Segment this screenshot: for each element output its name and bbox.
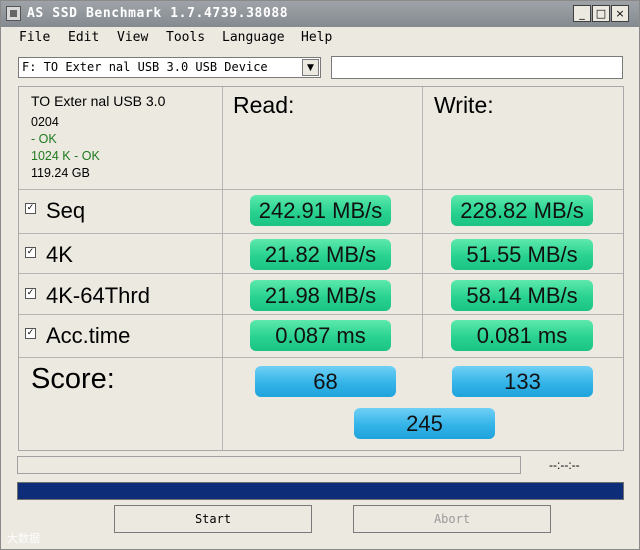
overall-progress-bar	[17, 482, 624, 500]
4k-read-result: 21.82 MB/s	[250, 239, 391, 270]
write-score: 133	[452, 366, 593, 397]
device-firmware: 0204	[31, 115, 59, 129]
read-score: 68	[255, 366, 396, 397]
seq-checkbox[interactable]: ✓	[25, 203, 36, 214]
title-bar[interactable]: AS SSD Benchmark 1.7.4739.38088 _ □ ×	[1, 1, 639, 27]
acc-time-write-result: 0.081 ms	[451, 320, 593, 351]
menu-help[interactable]: Help	[301, 30, 332, 45]
menu-bar: File Edit View Tools Language Help	[1, 27, 639, 49]
menu-language[interactable]: Language	[222, 30, 285, 45]
row-label-seq: Seq	[46, 198, 86, 223]
drive-select[interactable]: F: TO Exter nal USB 3.0 USB Device ▼	[18, 57, 321, 78]
row-label-4k: 4K	[46, 242, 73, 267]
seq-write-result: 228.82 MB/s	[451, 195, 593, 226]
abort-button[interactable]: Abort	[353, 505, 551, 533]
acc-time-read-result: 0.087 ms	[250, 320, 391, 351]
4k-64thrd-checkbox[interactable]: ✓	[25, 288, 36, 299]
window-title: AS SSD Benchmark 1.7.4739.38088	[27, 6, 289, 21]
4k-64thrd-read-result: 21.98 MB/s	[250, 280, 391, 311]
read-column-header: Read:	[233, 92, 295, 118]
row-label-acc-time: Acc.time	[46, 323, 131, 348]
overall-progress-fill	[18, 483, 623, 499]
main-window: AS SSD Benchmark 1.7.4739.38088 _ □ × Fi…	[0, 0, 640, 550]
4k-write-result: 51.55 MB/s	[451, 239, 593, 270]
menu-file[interactable]: File	[19, 30, 50, 45]
write-column-header: Write:	[434, 92, 494, 118]
watermark-logo: 大数据	[7, 532, 40, 545]
4k-64thrd-write-result: 58.14 MB/s	[451, 280, 593, 311]
alignment-status: 1024 K - OK	[31, 149, 100, 163]
4k-checkbox[interactable]: ✓	[25, 247, 36, 258]
score-label: Score:	[31, 363, 115, 395]
elapsed-time: --:--:--	[549, 458, 580, 472]
dropdown-arrow-icon[interactable]: ▼	[302, 59, 319, 76]
drive-info-field[interactable]	[331, 56, 623, 79]
acc-time-checkbox[interactable]: ✓	[25, 328, 36, 339]
menu-view[interactable]: View	[117, 30, 148, 45]
row-label-4k-64thrd: 4K-64Thrd	[46, 283, 150, 308]
minimize-button[interactable]: _	[573, 5, 591, 22]
close-button[interactable]: ×	[611, 5, 629, 22]
test-progress-bar	[17, 456, 521, 474]
driver-status: - OK	[31, 132, 57, 146]
menu-edit[interactable]: Edit	[68, 30, 99, 45]
seq-read-result: 242.91 MB/s	[250, 195, 391, 226]
maximize-button[interactable]: □	[592, 5, 610, 22]
app-icon	[6, 6, 21, 21]
drive-select-value: F: TO Exter nal USB 3.0 USB Device	[22, 60, 268, 74]
start-button[interactable]: Start	[114, 505, 312, 533]
device-capacity: 119.24 GB	[31, 166, 90, 180]
menu-tools[interactable]: Tools	[166, 30, 205, 45]
device-name: TO Exter nal USB 3.0	[31, 93, 166, 109]
total-score: 245	[354, 408, 495, 439]
